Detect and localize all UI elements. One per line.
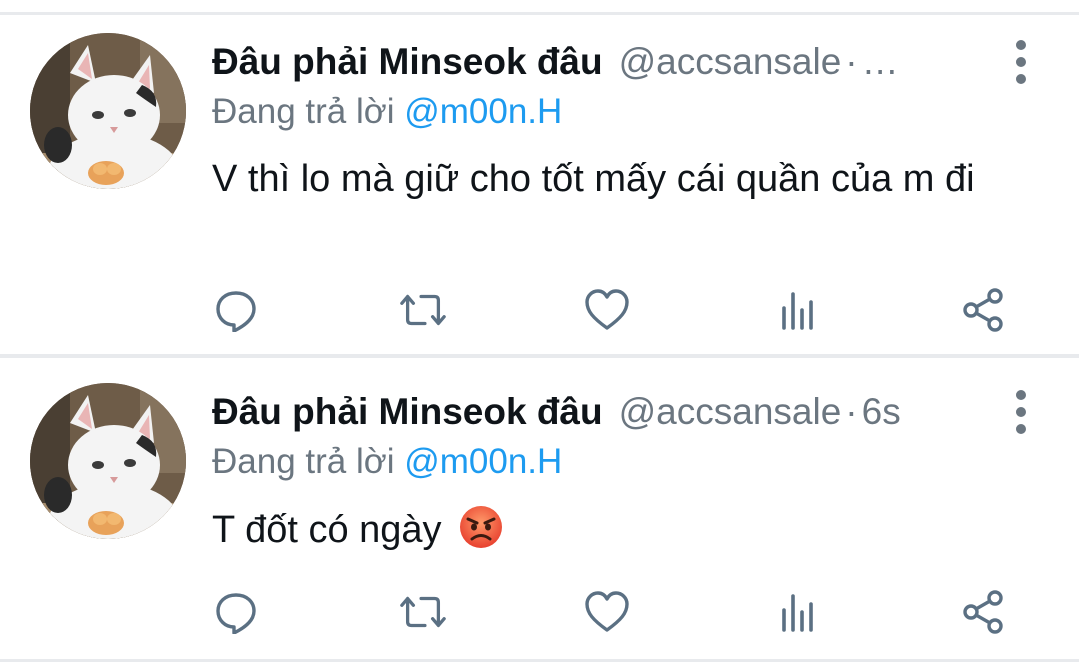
reply-prefix: Đang trả lời bbox=[212, 92, 395, 131]
reply-icon[interactable] bbox=[211, 288, 261, 332]
tweet-text: V thì lo mà giữ cho tốt mấy cái quần của… bbox=[212, 154, 1022, 204]
user-handle[interactable]: @accsansale bbox=[619, 41, 842, 82]
avatar[interactable] bbox=[30, 383, 186, 539]
reply-mention-link[interactable]: @m00n.H bbox=[404, 92, 562, 131]
action-bar bbox=[0, 590, 1079, 634]
tweet-text-content: T đốt có ngày bbox=[212, 509, 442, 551]
separator-dot: · bbox=[845, 41, 858, 82]
reply-icon[interactable] bbox=[211, 590, 261, 634]
tweet-text: T đốt có ngày bbox=[212, 504, 1022, 563]
display-name[interactable]: Đâu phải Minseok đâu bbox=[212, 41, 603, 82]
retweet-icon[interactable] bbox=[398, 590, 448, 634]
more-vertical-icon[interactable] bbox=[1007, 387, 1035, 437]
avatar[interactable] bbox=[30, 33, 186, 189]
share-icon[interactable] bbox=[958, 590, 1008, 634]
display-name[interactable]: Đâu phải Minseok đâu bbox=[212, 391, 603, 432]
reply-mention-link[interactable]: @m00n.H bbox=[404, 442, 562, 481]
retweet-icon[interactable] bbox=[398, 288, 448, 332]
tweet-2[interactable]: Đâu phải Minseok đâu @accsansale · 6s Đang … bbox=[0, 358, 1079, 662]
user-handle[interactable]: @accsansale bbox=[619, 391, 842, 432]
tweet-header: Đâu phải Minseok đâu @accsansale · 6s bbox=[212, 387, 999, 437]
analytics-icon[interactable] bbox=[772, 288, 822, 332]
share-icon[interactable] bbox=[958, 288, 1008, 332]
more-vertical-icon[interactable] bbox=[1007, 37, 1035, 87]
tweet-header: Đâu phải Minseok đâu @accsansale ·… bbox=[212, 37, 999, 87]
angry-face-icon bbox=[458, 504, 504, 563]
heart-icon[interactable] bbox=[582, 590, 632, 634]
action-bar bbox=[0, 288, 1079, 332]
tweet-text-content: V thì lo mà giữ cho tốt mấy cái quần của… bbox=[212, 158, 975, 200]
heart-icon[interactable] bbox=[582, 288, 632, 332]
replying-to: Đang trả lời @m00n.H bbox=[212, 439, 562, 485]
tweet-1[interactable]: Đâu phải Minseok đâu @accsansale ·… Đang t… bbox=[0, 0, 1079, 354]
replying-to: Đang trả lời @m00n.H bbox=[212, 89, 562, 135]
timestamp[interactable]: … bbox=[862, 41, 899, 82]
reply-prefix: Đang trả lời bbox=[212, 442, 395, 481]
timestamp[interactable]: 6s bbox=[862, 391, 901, 432]
analytics-icon[interactable] bbox=[772, 590, 822, 634]
separator-dot: · bbox=[845, 391, 858, 432]
